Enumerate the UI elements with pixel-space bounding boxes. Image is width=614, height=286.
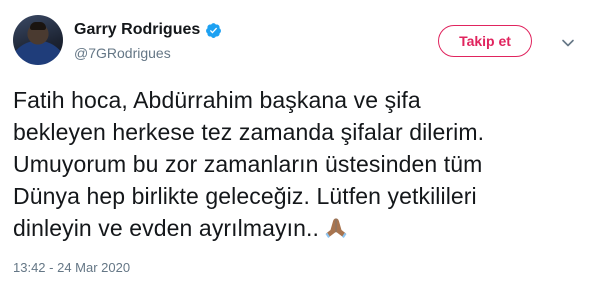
chevron-down-icon[interactable] [561,36,575,50]
verified-badge-icon [206,22,222,38]
tweet-text: Fatih hoca, Abdürrahim başkana ve şifa b… [13,84,603,244]
folded-hands-emoji-icon [325,218,347,238]
tweet-text-line: Umuyorum bu zor zamanların üstesinden tü… [13,151,483,177]
tweet-text-line: Dünya hep birlikte geleceğiz. Lütfen yet… [13,183,477,209]
tweet-text-last-line: dinleyin ve evden ayrılmayın.. [13,212,603,244]
tweet-text-line: dinleyin ve evden ayrılmayın.. [13,215,319,241]
tweet-text-line: Fatih hoca, Abdürrahim başkana ve şifa [13,87,421,113]
avatar[interactable] [13,15,63,65]
author-name-row: Garry Rodrigues [74,21,222,39]
tweet-text-line: bekleyen herkese tez zamanda şifalar dil… [13,119,485,145]
follow-button[interactable]: Takip et [438,25,532,57]
author-handle[interactable]: @7GRodrigues [74,45,171,61]
tweet-timestamp[interactable]: 13:42 - 24 Mar 2020 [13,260,130,275]
author-display-name[interactable]: Garry Rodrigues [74,21,200,39]
